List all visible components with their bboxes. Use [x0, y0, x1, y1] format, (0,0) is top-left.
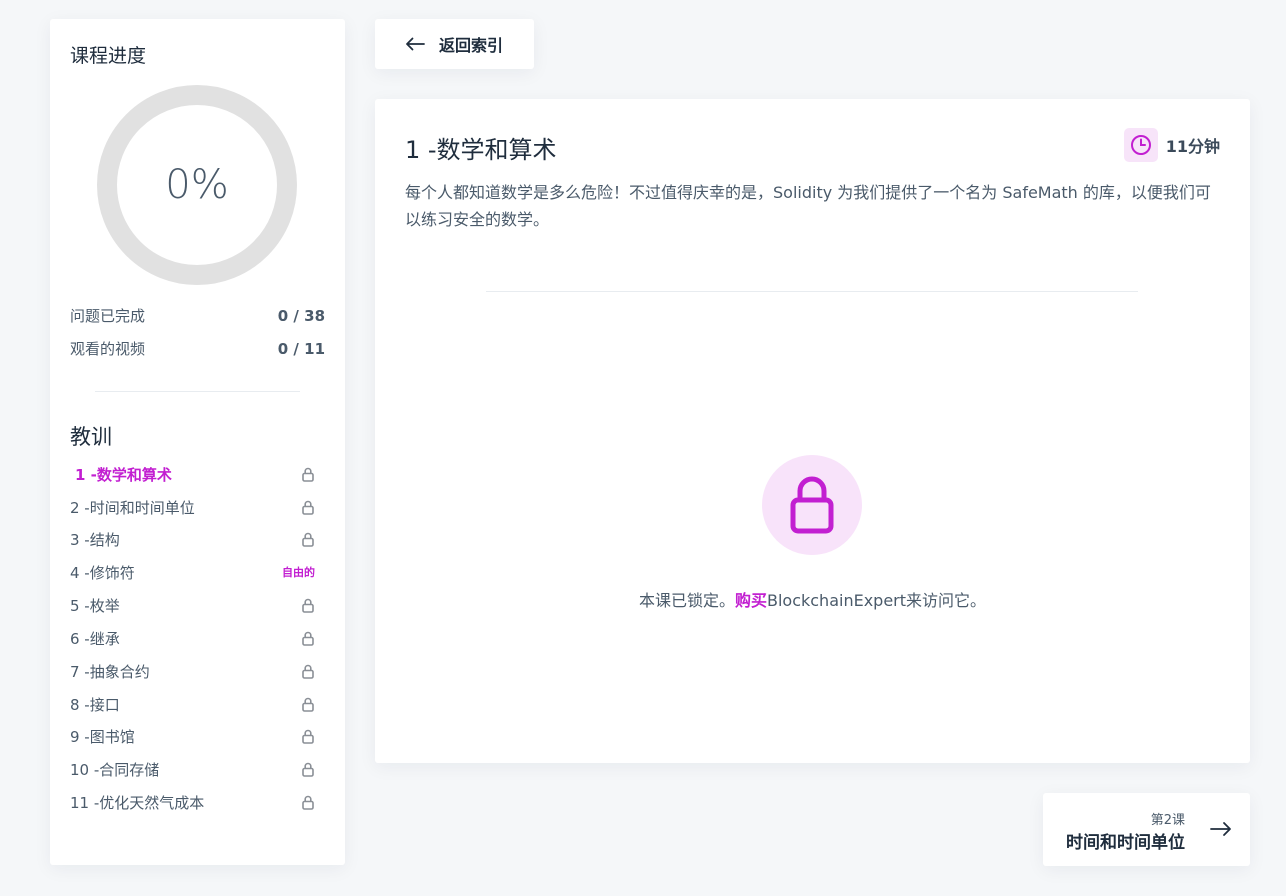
back-button-label: 返回索引: [439, 36, 504, 55]
lock-icon: [762, 455, 862, 555]
lock-icon: [301, 466, 315, 482]
lesson-item-8[interactable]: 8 -接口: [70, 692, 315, 716]
locked-message: 本课已锁定。购买BlockchainExpert来访问它。: [375, 587, 1250, 611]
progress-title: 课程进度: [70, 45, 147, 67]
lock-icon: [301, 597, 315, 613]
divider: [95, 391, 300, 392]
lessons-title: 教训: [70, 425, 112, 449]
lock-icon: [301, 761, 315, 777]
stat-value: 0 / 11: [277, 339, 325, 358]
locked-text: 本课已锁定。: [638, 591, 735, 610]
lesson-label: 3 -结构: [70, 530, 120, 549]
lock-icon: [301, 663, 315, 679]
stat-questions: 问题已完成 0 / 38: [70, 305, 325, 326]
lesson-label: 2 -时间和时间单位: [70, 498, 195, 517]
arrow-right-icon: [1210, 822, 1231, 836]
next-lesson-button[interactable]: 第2课 时间和时间单位: [1043, 793, 1250, 866]
lesson-label: 4 -修饰符: [70, 563, 135, 582]
lesson-item-10[interactable]: 10 -合同存储: [70, 757, 315, 781]
lesson-item-6[interactable]: 6 -继承: [70, 626, 315, 650]
back-to-index-button[interactable]: 返回索引: [375, 19, 534, 69]
next-lesson-number: 第2课: [1150, 813, 1185, 828]
clock-icon: [1123, 128, 1158, 162]
lesson-label: 6 -继承: [70, 629, 120, 648]
divider: [486, 291, 1138, 292]
lesson-item-1[interactable]: 1 -数学和算术: [75, 462, 315, 486]
stat-value: 0 / 38: [277, 306, 325, 325]
lesson-item-2[interactable]: 2 -时间和时间单位: [70, 495, 315, 519]
lock-icon: [301, 728, 315, 744]
locked-text-after: BlockchainExpert来访问它。: [766, 591, 987, 610]
buy-link[interactable]: 购买: [735, 591, 767, 610]
lesson-item-9[interactable]: 9 -图书馆: [70, 724, 315, 748]
free-badge: 自由的: [282, 566, 315, 579]
lesson-duration: 11分钟: [1123, 128, 1220, 162]
course-progress-panel: 课程进度 0% 问题已完成 0 / 38 观看的视频 0 / 11 教训 1 -…: [50, 19, 345, 865]
stat-videos: 观看的视频 0 / 11: [70, 338, 325, 359]
lesson-label: 9 -图书馆: [70, 727, 135, 746]
arrow-left-icon: [406, 37, 425, 51]
lesson-label: 10 -合同存储: [70, 760, 160, 779]
lesson-content-card: 1 -数学和算术 11分钟 每个人都知道数学是多么危险！不过值得庆幸的是，Sol…: [375, 99, 1250, 763]
lock-icon: [301, 630, 315, 646]
lesson-title: 1 -数学和算术: [405, 136, 557, 164]
lock-icon: [301, 696, 315, 712]
lesson-label: 7 -抽象合约: [70, 662, 150, 681]
next-lesson-title: 时间和时间单位: [1066, 833, 1185, 853]
lock-icon: [301, 531, 315, 547]
lesson-label: 8 -接口: [70, 695, 120, 714]
lesson-item-11[interactable]: 11 -优化天然气成本: [70, 790, 315, 814]
progress-percent: 0%: [165, 162, 229, 208]
lesson-item-5[interactable]: 5 -枚举: [70, 593, 315, 617]
stat-label: 问题已完成: [70, 307, 146, 325]
lesson-item-3[interactable]: 3 -结构: [70, 527, 315, 551]
lesson-item-4[interactable]: 4 -修饰符 自由的: [70, 560, 315, 584]
lock-icon: [301, 794, 315, 810]
lesson-item-7[interactable]: 7 -抽象合约: [70, 659, 315, 683]
duration-text: 11分钟: [1165, 137, 1220, 156]
lesson-label: 5 -枚举: [70, 596, 120, 615]
lesson-description: 每个人都知道数学是多么危险！不过值得庆幸的是，Solidity 为我们提供了一个…: [405, 183, 1211, 229]
stat-label: 观看的视频: [70, 340, 146, 358]
lesson-label: 11 -优化天然气成本: [70, 793, 205, 812]
lock-icon: [301, 499, 315, 515]
lesson-label: 1 -数学和算术: [75, 465, 172, 484]
